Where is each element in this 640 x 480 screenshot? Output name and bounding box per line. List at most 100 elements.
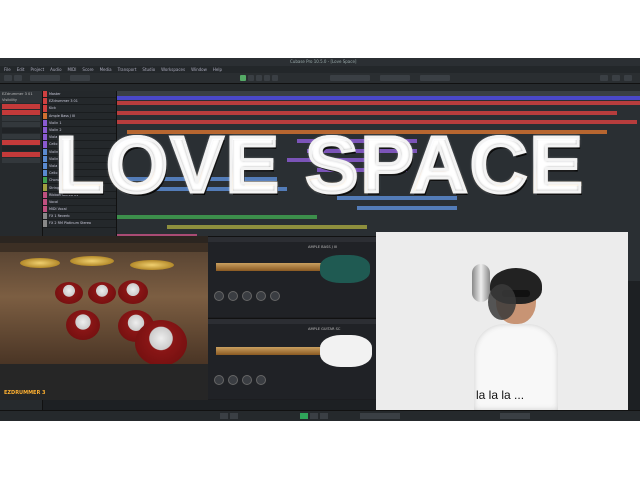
bass-plugin: AMPLE BASS J III bbox=[208, 236, 376, 317]
snap-mode-button[interactable] bbox=[330, 75, 370, 81]
rewind-button[interactable] bbox=[220, 413, 228, 419]
track-color-swatch bbox=[43, 112, 47, 119]
event-clip[interactable] bbox=[167, 224, 367, 229]
title-bar: Cubase Pro 10.5.0 - [Love Space] bbox=[0, 58, 640, 66]
instrument-panels: AMPLE BASS J III AMPLE GUITAR SC bbox=[208, 236, 376, 400]
cycle-range[interactable] bbox=[117, 96, 640, 100]
erase-tool-button[interactable] bbox=[272, 75, 278, 81]
stop-button[interactable] bbox=[310, 413, 318, 419]
video-title: LOVE SPACE bbox=[0, 119, 640, 211]
ezdrummer-header bbox=[0, 236, 208, 243]
tempo-display[interactable] bbox=[500, 413, 530, 419]
tom-icon bbox=[88, 282, 116, 304]
track-color-swatch bbox=[43, 220, 47, 227]
event-clip[interactable] bbox=[117, 101, 640, 105]
knob-icon[interactable] bbox=[242, 375, 252, 385]
bass-knobs bbox=[214, 291, 280, 301]
guitar-plugin: AMPLE GUITAR SC bbox=[208, 318, 376, 399]
knob-icon[interactable] bbox=[228, 375, 238, 385]
cymbal-icon bbox=[20, 258, 60, 268]
split-tool-button[interactable] bbox=[256, 75, 262, 81]
knob-icon[interactable] bbox=[214, 291, 224, 301]
track-color-swatch bbox=[43, 98, 47, 105]
tom-icon bbox=[118, 280, 148, 304]
toolbar-button[interactable] bbox=[70, 75, 90, 81]
window-control-button[interactable] bbox=[624, 75, 632, 81]
knob-icon[interactable] bbox=[228, 291, 238, 301]
menu-item[interactable]: File bbox=[4, 66, 11, 73]
forward-button[interactable] bbox=[230, 413, 238, 419]
event-clip[interactable] bbox=[117, 110, 617, 115]
knob-icon[interactable] bbox=[270, 291, 280, 301]
track-lane[interactable] bbox=[117, 224, 640, 230]
window-control-button[interactable] bbox=[600, 75, 608, 81]
glue-tool-button[interactable] bbox=[264, 75, 270, 81]
track-header[interactable]: EZdrummer 3 01 bbox=[43, 98, 116, 106]
pop-filter-icon bbox=[488, 284, 516, 320]
bass-body bbox=[320, 255, 370, 283]
status-bar bbox=[0, 84, 640, 91]
microphone-icon bbox=[472, 264, 490, 302]
range-tool-button[interactable] bbox=[248, 75, 254, 81]
knob-icon[interactable] bbox=[242, 291, 252, 301]
menu-item[interactable]: Studio bbox=[142, 66, 155, 73]
record-button[interactable] bbox=[320, 413, 328, 419]
snare-icon bbox=[66, 310, 100, 340]
track-color-swatch bbox=[43, 105, 47, 112]
select-tool-button[interactable] bbox=[240, 75, 246, 81]
track-color-swatch bbox=[43, 213, 47, 220]
event-clip[interactable] bbox=[117, 215, 317, 219]
grid-button[interactable] bbox=[420, 75, 450, 81]
menu-item[interactable]: Transport bbox=[118, 66, 137, 73]
quantize-button[interactable] bbox=[380, 75, 410, 81]
menu-item[interactable]: Score bbox=[82, 66, 93, 73]
window-control-button[interactable] bbox=[612, 75, 620, 81]
toolbar-button[interactable] bbox=[14, 75, 22, 81]
menu-item[interactable]: Media bbox=[100, 66, 112, 73]
singer-video: la la la ... bbox=[376, 232, 628, 410]
knob-icon[interactable] bbox=[214, 375, 224, 385]
toolbar-button[interactable] bbox=[4, 75, 12, 81]
menu-item[interactable]: MIDI bbox=[68, 66, 77, 73]
track-lane[interactable] bbox=[117, 215, 640, 220]
guitar-body bbox=[320, 335, 372, 367]
track-name: Master bbox=[49, 92, 61, 97]
menu-item[interactable]: Project bbox=[30, 66, 44, 73]
ezdrummer-controls: EZDRUMMER 3 bbox=[0, 364, 208, 400]
track-header[interactable]: Master bbox=[43, 91, 116, 99]
track-header[interactable]: FX 1 Reverb bbox=[43, 213, 116, 221]
track-lane[interactable] bbox=[117, 110, 640, 116]
track-name: FX 1 Reverb bbox=[49, 214, 70, 219]
time-display[interactable] bbox=[360, 413, 400, 419]
track-header[interactable]: FX 2 RM Platinum Stereo bbox=[43, 220, 116, 228]
knob-icon[interactable] bbox=[256, 375, 266, 385]
inspector-tab-visibility[interactable]: Visibility bbox=[0, 97, 42, 103]
knob-icon[interactable] bbox=[256, 291, 266, 301]
cymbal-icon bbox=[130, 260, 174, 270]
bass-preset-name: AMPLE BASS J III bbox=[308, 245, 338, 249]
video-frame: Cubase Pro 10.5.0 - [Love Space] File Edi… bbox=[0, 0, 640, 480]
play-button[interactable] bbox=[300, 413, 308, 419]
track-lane[interactable] bbox=[117, 101, 640, 106]
guitar-preset-name: AMPLE GUITAR SC bbox=[308, 327, 341, 331]
ezdrummer-logo: EZDRUMMER 3 bbox=[4, 390, 46, 396]
track-header[interactable]: Ample Bass J III bbox=[43, 112, 116, 120]
bass-plugin-header bbox=[208, 237, 376, 242]
menu-item[interactable]: Help bbox=[213, 66, 222, 73]
guitar-knobs bbox=[214, 375, 266, 385]
toolbar bbox=[0, 73, 640, 84]
track-name: EZdrummer 3 01 bbox=[49, 99, 78, 104]
inspector-row[interactable] bbox=[2, 104, 40, 109]
menu-item[interactable]: Window bbox=[191, 66, 207, 73]
ezdrummer-panel: EZDRUMMER 3 bbox=[0, 236, 208, 400]
menu-item[interactable]: Edit bbox=[17, 66, 25, 73]
track-name: Ample Bass J III bbox=[49, 113, 75, 118]
guitar-plugin-header bbox=[208, 319, 376, 324]
track-header[interactable]: Kick bbox=[43, 105, 116, 113]
toolbar-button[interactable] bbox=[30, 75, 60, 81]
menu-item[interactable]: Workspaces bbox=[161, 66, 185, 73]
inspector-row[interactable] bbox=[2, 110, 40, 115]
kick-drum-icon bbox=[135, 320, 187, 366]
window-title: Cubase Pro 10.5.0 - [Love Space] bbox=[290, 59, 357, 64]
menu-item[interactable]: Audio bbox=[50, 66, 61, 73]
